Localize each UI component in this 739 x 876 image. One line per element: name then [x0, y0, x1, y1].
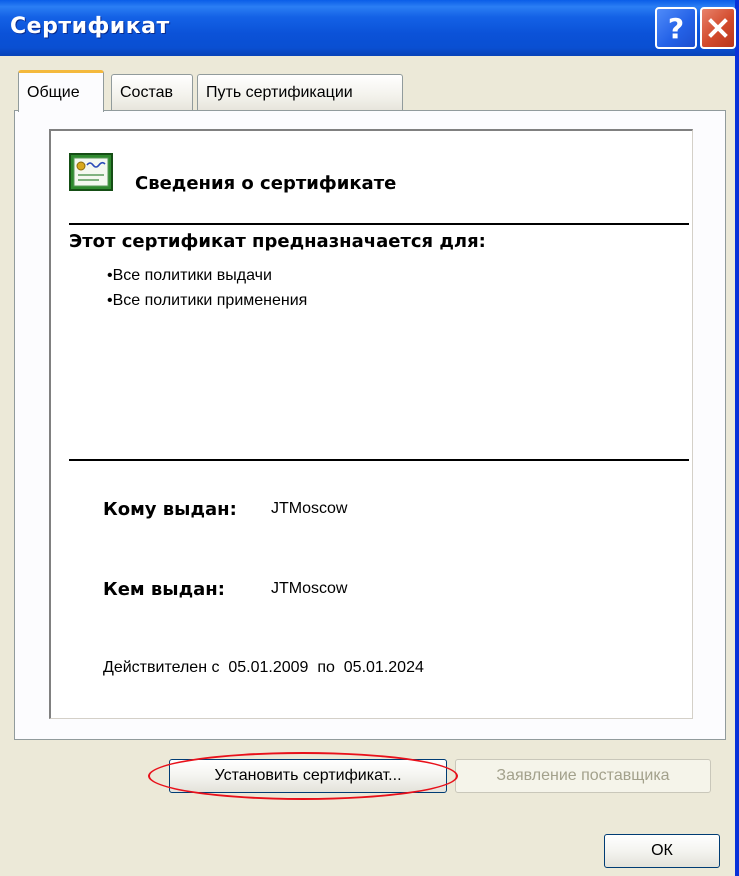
- title-bar[interactable]: Сертификат ?: [0, 0, 736, 56]
- tab-general[interactable]: Общие: [18, 70, 104, 112]
- list-item: Все политики выдачи: [107, 263, 307, 288]
- help-icon: ?: [667, 11, 685, 45]
- tab-panel-general: Сведения о сертификате Этот сертификат п…: [14, 110, 726, 793]
- button-label: ОК: [651, 842, 673, 859]
- issuer-statement-button[interactable]: Заявление поставщика: [455, 759, 711, 793]
- issued-to-label: Кому выдан:: [103, 499, 237, 520]
- help-button[interactable]: ?: [655, 7, 697, 49]
- purpose-list: Все политики выдачи Все политики примене…: [107, 263, 308, 313]
- info-header: Сведения о сертификате: [135, 173, 397, 194]
- issued-by-value: JTMoscow: [271, 580, 348, 597]
- list-item: Все политики применения: [107, 288, 308, 313]
- tab-label: Путь сертификации: [206, 83, 353, 101]
- certificate-dialog: Сертификат ? Общие Состав Путь сертифика…: [0, 0, 739, 876]
- install-certificate-button[interactable]: Установить сертификат...: [169, 759, 447, 793]
- tab-certification-path[interactable]: Путь сертификации: [197, 74, 403, 110]
- tab-label: Общие: [27, 83, 80, 101]
- issued-to-value: JTMoscow: [271, 500, 348, 517]
- close-button[interactable]: [700, 7, 736, 49]
- purpose-title: Этот сертификат предназначается для:: [69, 231, 486, 252]
- certificate-icon: [69, 153, 113, 191]
- issued-by-label: Кем выдан:: [103, 579, 225, 600]
- certificate-info-box: Сведения о сертификате Этот сертификат п…: [49, 129, 693, 719]
- validity-period: Действителен с 05.01.2009 по 05.01.2024: [103, 659, 424, 676]
- tab-details[interactable]: Состав: [111, 74, 193, 110]
- button-label: Заявление поставщика: [496, 767, 670, 784]
- tab-label: Состав: [120, 83, 173, 101]
- details-divider: [69, 459, 689, 461]
- window-title: Сертификат: [10, 14, 170, 39]
- header-divider: [69, 223, 689, 225]
- close-icon: [708, 18, 728, 38]
- ok-button[interactable]: ОК: [604, 834, 720, 868]
- button-label: Установить сертификат...: [214, 767, 402, 784]
